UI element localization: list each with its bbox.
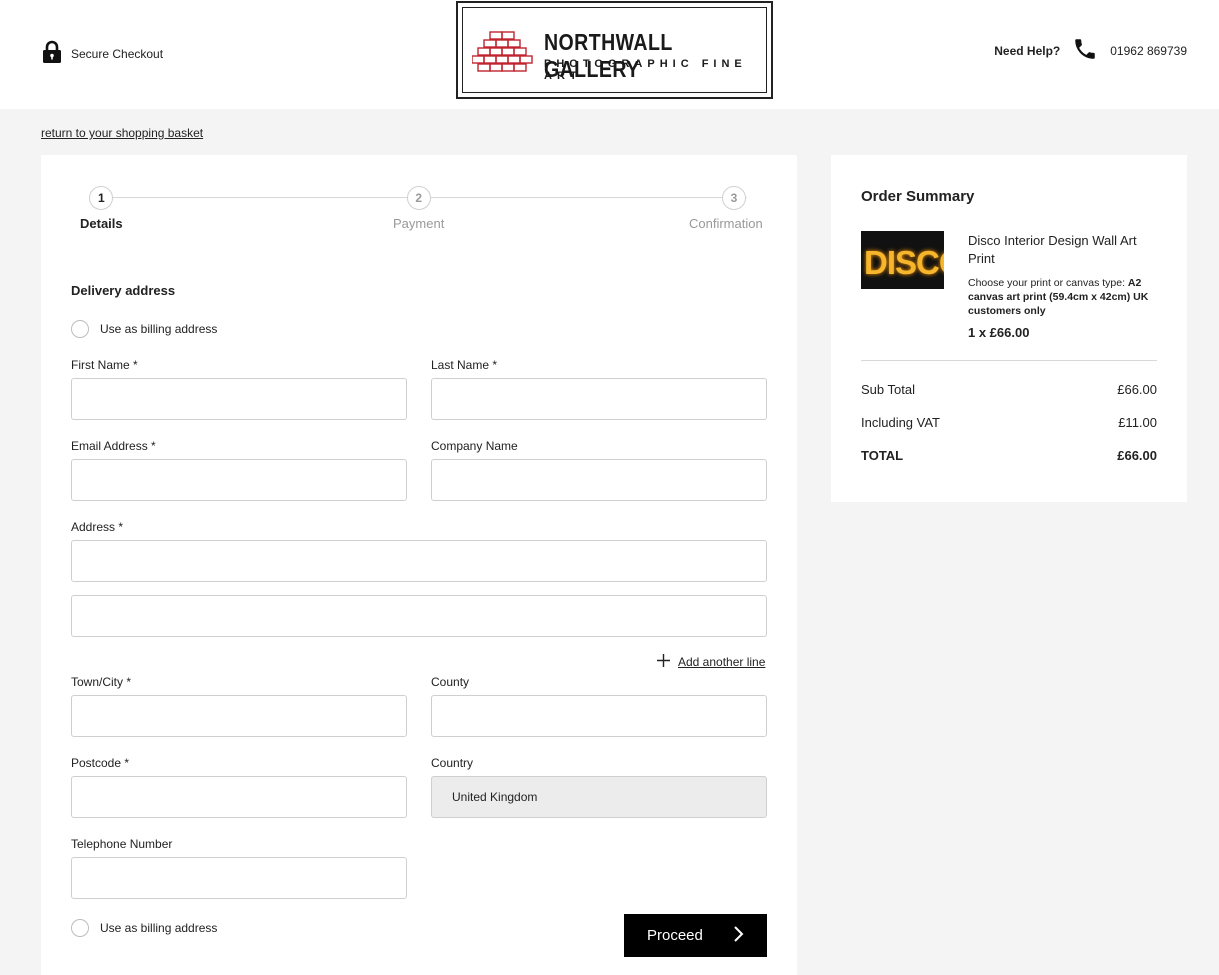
billing-radio-label: Use as billing address [100,322,218,336]
step-number: 1 [89,186,114,210]
total-label: TOTAL [861,448,904,463]
step-number: 2 [406,186,431,210]
email-label: Email Address * [71,439,156,453]
billing-radio-label: Use as billing address [100,921,218,935]
brick-wall-icon [472,31,533,72]
billing-radio[interactable] [71,320,89,338]
vat-label: Including VAT [861,415,941,430]
logo-subtitle: PHOTOGRAPHIC FINE ART [544,58,747,82]
telephone-label: Telephone Number [71,837,173,851]
plus-icon [656,653,671,671]
thumbnail-text: DISCO [864,244,944,281]
country-label: Country [431,756,474,770]
postcode-label: Postcode * [71,756,130,770]
step-payment: 2 Payment [393,186,444,231]
town-label: Town/City * [71,675,132,689]
use-as-billing-bottom[interactable]: Use as billing address [71,919,217,937]
town-group: Town/City * [71,675,407,737]
step-number: 3 [722,186,746,210]
phone-icon [1072,36,1098,65]
address-label: Address * [71,520,124,534]
last-name-input[interactable] [431,378,767,420]
subtotal-value: £66.00 [1117,382,1157,397]
proceed-label: Proceed [647,927,703,944]
product-option: Choose your print or canvas type: A2 can… [968,276,1158,318]
secure-checkout-label: Secure Checkout [71,46,164,61]
vat-row: Including VAT £11.00 [861,415,1157,430]
postcode-input[interactable] [71,776,407,818]
chevron-right-icon [733,925,745,947]
country-group: Country United Kingdom [431,756,767,818]
address-line-2-input[interactable] [71,595,767,637]
add-another-line-label: Add another line [678,655,766,669]
step-details: 1 Details [80,186,123,231]
total-value: £66.00 [1117,448,1157,463]
site-logo[interactable]: NORTHWALL GALLERY PHOTOGRAPHIC FINE ART [456,1,773,99]
first-name-input[interactable] [71,378,407,420]
total-row: TOTAL £66.00 [861,448,1157,463]
lock-icon [42,40,62,67]
order-summary-title: Order Summary [861,188,975,205]
need-help-label: Need Help? [994,43,1061,58]
county-input[interactable] [431,695,767,737]
vat-value: £11.00 [1118,415,1157,430]
proceed-button[interactable]: Proceed [624,914,767,957]
company-input[interactable] [431,459,767,501]
secure-checkout: Secure Checkout [42,40,163,67]
add-another-line-link[interactable]: Add another line [656,653,765,671]
town-input[interactable] [71,695,407,737]
product-name: Disco Interior Design Wall Art Print [968,233,1137,266]
company-group: Company Name [431,439,767,501]
email-group: Email Address * [71,439,407,501]
summary-divider [861,360,1157,361]
use-as-billing-top[interactable]: Use as billing address [71,320,217,338]
subtotal-row: Sub Total £66.00 [861,382,1157,397]
phone-number[interactable]: 01962 869739 [1110,44,1187,58]
checkout-form-panel: 1 Details 2 Payment 3 Confirmation Deliv… [41,155,797,975]
county-group: County [431,675,767,737]
telephone-input[interactable] [71,857,407,899]
first-name-label: First Name * [71,358,138,372]
help-contact: Need Help? 01962 869739 [994,36,1187,65]
step-confirmation: 3 Confirmation [689,186,763,231]
product-quantity-price: 1 x £66.00 [968,325,1030,340]
address-group: Address * [71,520,767,637]
site-header: Secure Checkout NORTHWALL GALLERY PHOTOG… [0,0,1219,109]
address-line-1-input[interactable] [71,540,767,582]
company-label: Company Name [431,439,518,453]
option-prefix: Choose your print or canvas type: [968,277,1125,289]
telephone-group: Telephone Number [71,837,407,899]
checkout-steps: 1 Details 2 Payment 3 Confirmation [71,186,767,236]
step-label: Confirmation [689,216,763,231]
first-name-group: First Name * [71,358,407,420]
billing-radio[interactable] [71,919,89,937]
postcode-group: Postcode * [71,756,407,818]
last-name-group: Last Name * [431,358,767,420]
delivery-address-title: Delivery address [71,283,176,298]
product-thumbnail[interactable]: DISCO [861,231,944,289]
country-select[interactable]: United Kingdom [431,776,767,818]
subtotal-label: Sub Total [861,382,915,397]
county-label: County [431,675,470,689]
step-label: Details [80,216,123,231]
last-name-label: Last Name * [431,358,498,372]
order-summary-panel: Order Summary DISCO Disco Interior Desig… [831,155,1187,502]
email-input[interactable] [71,459,407,501]
return-to-basket-link[interactable]: return to your shopping basket [41,126,203,140]
step-label: Payment [393,216,445,231]
